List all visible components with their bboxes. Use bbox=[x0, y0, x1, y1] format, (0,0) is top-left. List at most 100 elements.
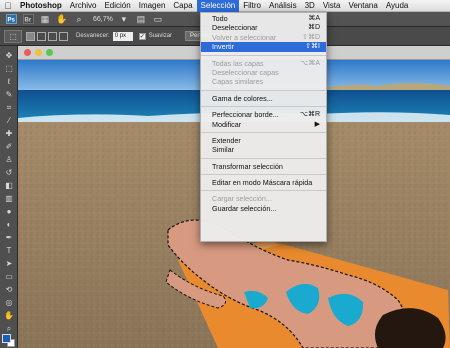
antialias-label: Suavizar bbox=[148, 33, 173, 39]
gradient-tool-icon[interactable]: ▥ bbox=[3, 193, 15, 204]
menu-item-shortcut: ⇧⌘D bbox=[302, 33, 320, 41]
menu-item-label: Deseleccionar bbox=[212, 23, 258, 33]
zoom-tool-icon[interactable]: ⌕ bbox=[3, 323, 15, 334]
pen-tool-icon[interactable]: ✒ bbox=[3, 232, 15, 243]
menu-ventana[interactable]: Ventana bbox=[344, 0, 381, 12]
menu-analisis[interactable]: Análisis bbox=[265, 0, 301, 12]
screen-mode-icon[interactable]: ▭ bbox=[151, 14, 165, 25]
arrange-documents-icon[interactable]: ▤ bbox=[134, 14, 148, 25]
menu-filtro[interactable]: Filtro bbox=[239, 0, 265, 12]
zoom-window-button[interactable] bbox=[46, 49, 53, 56]
menu-item-label: Guardar selección... bbox=[212, 203, 277, 213]
submenu-arrow-icon: ▶ bbox=[314, 120, 320, 128]
grid-view-icon[interactable]: ▦ bbox=[38, 14, 52, 25]
new-selection-icon[interactable] bbox=[26, 31, 35, 41]
menu-item-shortcut: ⇧⌘I bbox=[305, 43, 320, 51]
menu-separator bbox=[201, 54, 326, 56]
menu-item-label: Transformar selección bbox=[212, 161, 283, 171]
menu-item-todo[interactable]: Todo ⌘A bbox=[201, 14, 326, 23]
view-extras-icon[interactable]: ▾ bbox=[117, 14, 131, 25]
type-tool-icon[interactable]: T bbox=[3, 245, 15, 256]
close-window-button[interactable] bbox=[24, 49, 31, 56]
menu-archivo[interactable]: Archivo bbox=[66, 0, 101, 12]
menu-bar:  PhotoshopArchivoEdiciónImagenCapaSelec… bbox=[0, 0, 450, 12]
healing-brush-tool-icon[interactable]: ✚ bbox=[3, 128, 15, 139]
menu-item-deseleccionar-capas: Deseleccionar capas bbox=[201, 68, 326, 77]
subtract-from-selection-icon[interactable] bbox=[48, 31, 57, 41]
menu-item-deseleccionar[interactable]: Deseleccionar ⌘D bbox=[201, 23, 326, 32]
marquee-tool-icon[interactable]: ⬚ bbox=[3, 63, 15, 74]
intersect-selection-icon[interactable] bbox=[59, 31, 68, 41]
menu-item-transformar-seleccion[interactable]: Transformar selección bbox=[201, 162, 326, 171]
svg-text:Ps: Ps bbox=[7, 18, 15, 24]
menu-item-label: Perfeccionar borde... bbox=[212, 110, 279, 120]
menu-item-label: Deseleccionar capas bbox=[212, 67, 279, 77]
path-selection-tool-icon[interactable]: ➤ bbox=[3, 258, 15, 269]
foreground-color-swatch[interactable] bbox=[2, 334, 11, 343]
menu-separator bbox=[201, 157, 326, 159]
zoom-level[interactable]: 66,7% bbox=[93, 16, 113, 23]
menu-3d[interactable]: 3D bbox=[301, 0, 319, 12]
3d-rotate-tool-icon[interactable]: ⟲ bbox=[3, 284, 15, 295]
tools-panel: ✥ ⬚ ℓ ✎ ⌗ ⁄ ✚ ✐ ♙ ↺ ◧ ▥ ● ◐ ✒ T ➤ ▭ ⟲ ◎ … bbox=[0, 46, 18, 348]
dodge-tool-icon[interactable]: ◐ bbox=[3, 219, 15, 230]
rectangular-marquee-icon: ⬚ bbox=[9, 31, 17, 41]
3d-orbit-tool-icon[interactable]: ◎ bbox=[3, 297, 15, 308]
menu-item-volver-a-seleccionar: Volver a seleccionar ⇧⌘D bbox=[201, 33, 326, 42]
lasso-tool-icon[interactable]: ℓ bbox=[3, 76, 15, 87]
blur-tool-icon[interactable]: ● bbox=[3, 206, 15, 217]
zoom-tool-icon[interactable]: ⌕ bbox=[72, 14, 86, 25]
seleccion-dropdown-menu: Todo ⌘A Deseleccionar ⌘D Volver a selecciona… bbox=[200, 12, 327, 242]
menu-item-guardar-seleccion[interactable]: Guardar selección... bbox=[201, 204, 326, 213]
eraser-tool-icon[interactable]: ◧ bbox=[3, 180, 15, 191]
bridge-icon[interactable]: Br bbox=[21, 14, 35, 25]
menu-item-label: Todas las capas bbox=[212, 58, 264, 68]
menu-edicion[interactable]: Edición bbox=[100, 0, 134, 12]
svg-text:Br: Br bbox=[24, 18, 31, 24]
menu-item-modificar[interactable]: Modificar ▶ bbox=[201, 120, 326, 129]
menu-separator bbox=[201, 89, 326, 91]
apple-logo-icon[interactable]:  bbox=[0, 1, 16, 11]
menu-separator bbox=[201, 174, 326, 176]
menu-photoshop[interactable]: Photoshop bbox=[16, 0, 66, 12]
menu-item-capas-similares: Capas similares bbox=[201, 77, 326, 86]
menu-ayuda[interactable]: Ayuda bbox=[382, 0, 413, 12]
tool-preset-picker[interactable]: ⬚ bbox=[4, 29, 22, 43]
menu-item-label: Extender bbox=[212, 135, 241, 145]
menu-item-invertir[interactable]: Invertir ⇧⌘I bbox=[201, 42, 326, 52]
history-brush-tool-icon[interactable]: ↺ bbox=[3, 167, 15, 178]
menu-seleccion[interactable]: Selección bbox=[196, 0, 240, 12]
hand-tool-icon[interactable]: ✋ bbox=[3, 310, 15, 321]
menu-item-similar[interactable]: Similar bbox=[201, 145, 326, 154]
add-to-selection-icon[interactable] bbox=[37, 31, 46, 41]
feather-input[interactable]: 0 px bbox=[112, 31, 133, 41]
eyedropper-tool-icon[interactable]: ⁄ bbox=[3, 115, 15, 126]
brush-tool-icon[interactable]: ✐ bbox=[3, 141, 15, 152]
clone-stamp-tool-icon[interactable]: ♙ bbox=[3, 154, 15, 165]
antialias-checkbox[interactable]: ✓ bbox=[138, 32, 146, 40]
menu-separator bbox=[201, 131, 326, 133]
menu-item-label: Modificar bbox=[212, 119, 242, 129]
menu-item-shortcut: ⌥⌘R bbox=[299, 111, 320, 119]
menu-vista[interactable]: Vista bbox=[319, 0, 345, 12]
hand-tool-icon[interactable]: ✋ bbox=[55, 14, 69, 25]
crop-tool-icon[interactable]: ⌗ bbox=[3, 102, 15, 113]
feather-label: Desvanecer: bbox=[76, 33, 110, 39]
menu-item-label: Volver a seleccionar bbox=[212, 32, 277, 42]
menu-item-perfeccionar-borde[interactable]: Perfeccionar borde... ⌥⌘R bbox=[201, 110, 326, 119]
minimize-window-button[interactable] bbox=[35, 49, 42, 56]
menu-item-editar-en-modo-mascara-rapida[interactable]: Editar en modo Máscara rápida bbox=[201, 178, 326, 187]
shape-tool-icon[interactable]: ▭ bbox=[3, 271, 15, 282]
menu-item-label: Editar en modo Máscara rápida bbox=[212, 178, 313, 188]
quick-selection-tool-icon[interactable]: ✎ bbox=[3, 89, 15, 100]
photoshop-home-icon[interactable]: Ps bbox=[4, 14, 18, 25]
menu-item-extender[interactable]: Extender bbox=[201, 136, 326, 145]
move-tool-icon[interactable]: ✥ bbox=[3, 50, 15, 61]
menu-item-label: Capas similares bbox=[212, 77, 264, 87]
menu-capa[interactable]: Capa bbox=[169, 0, 196, 12]
menu-imagen[interactable]: Imagen bbox=[135, 0, 170, 12]
menu-item-label: Similar bbox=[212, 145, 234, 155]
menu-item-shortcut: ⌘A bbox=[308, 15, 320, 22]
menu-item-gama-de-colores[interactable]: Gama de colores... bbox=[201, 94, 326, 103]
menu-item-label: Todo bbox=[212, 14, 228, 23]
